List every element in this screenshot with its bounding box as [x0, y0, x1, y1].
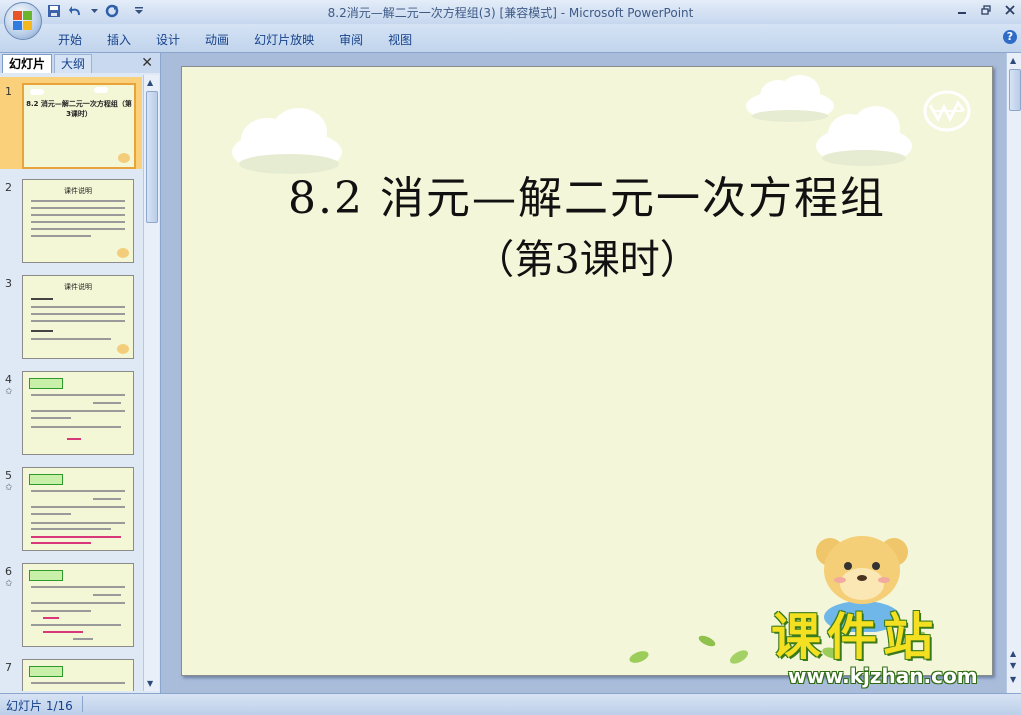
slide-number: 5 — [5, 469, 12, 482]
close-pane-icon[interactable]: ✕ — [141, 55, 153, 71]
thumbnails-scrollbar[interactable]: ▲ ▼ — [143, 75, 159, 691]
watermark-url: www.kjzhan.com — [788, 664, 978, 688]
slide-thumbnails: 1 8.2 消元—解二元一次方程组（第3课时） 2 课件说明 3 课件说明 4 … — [0, 75, 142, 691]
slide-number: 2 — [5, 181, 12, 194]
tab-review[interactable]: 审阅 — [339, 31, 363, 48]
tab-view[interactable]: 视图 — [388, 31, 412, 48]
help-icon[interactable]: ? — [1003, 30, 1017, 44]
tab-outline[interactable]: 大纲 — [54, 54, 93, 73]
ribbon-tabs: 开始 插入 设计 动画 幻灯片放映 审阅 视图 — [58, 31, 437, 48]
window-controls — [955, 3, 1017, 17]
thumbnail-row[interactable]: 5 ✩ — [0, 461, 142, 553]
previous-slide-icon[interactable]: ▲ — [1010, 649, 1016, 658]
slide-number: 4 — [5, 373, 12, 386]
scroll-thumb[interactable] — [1009, 69, 1021, 111]
restore-icon[interactable] — [979, 3, 993, 17]
slide-thumbnail[interactable] — [22, 467, 134, 551]
thumbnail-title: 课件说明 — [64, 283, 92, 291]
title-bar: 8.2消元—解二元一次方程组(3) [兼容模式] - Microsoft Pow… — [0, 0, 1021, 24]
tab-animations[interactable]: 动画 — [205, 31, 229, 48]
scroll-down-arrow-icon[interactable]: ▼ — [147, 679, 153, 688]
slide-number: 3 — [5, 277, 12, 290]
slide-thumbnail[interactable] — [22, 371, 134, 455]
office-logo-icon — [13, 11, 33, 31]
slide-thumbnail[interactable]: 8.2 消元—解二元一次方程组（第3课时） — [22, 83, 136, 169]
thumbnail-row[interactable]: 1 8.2 消元—解二元一次方程组（第3课时） — [0, 77, 142, 169]
tab-design[interactable]: 设计 — [156, 31, 180, 48]
slide-thumbnail[interactable] — [22, 563, 134, 647]
thumbnail-title: 8.2 消元—解二元一次方程组（第3课时） — [26, 100, 132, 118]
slide-canvas[interactable]: 8.2 消元—解二元一次方程组 （第3课时） — [181, 66, 993, 676]
thumbnail-title: 课件说明 — [64, 187, 92, 195]
watermark-logo: 课件站 — [771, 608, 939, 666]
ribbon: 开始 插入 设计 动画 幻灯片放映 审阅 视图 — [0, 24, 1021, 53]
scroll-down-arrow-icon[interactable]: ▼ — [1010, 675, 1016, 684]
next-slide-icon[interactable]: ▼ — [1010, 661, 1016, 670]
scroll-up-arrow-icon[interactable]: ▲ — [1010, 56, 1016, 65]
slides-pane: 幻灯片 大纲 ✕ 1 8.2 消元—解二元一次方程组（第3课时） 2 课件说明 — [0, 53, 161, 693]
slide-number: 7 — [5, 661, 12, 674]
minimize-icon[interactable] — [955, 3, 969, 17]
slide-indicator: 幻灯片 1/16 — [6, 699, 73, 713]
thumbnail-row[interactable]: 2 课件说明 — [0, 173, 142, 265]
thumbnail-row[interactable]: 3 课件说明 — [0, 269, 142, 361]
tab-home[interactable]: 开始 — [58, 31, 82, 48]
animation-star-icon: ✩ — [5, 483, 13, 493]
slide-thumbnail[interactable]: 课件说明 — [22, 179, 134, 263]
scroll-thumb[interactable] — [146, 91, 158, 223]
thumbnail-row[interactable]: 7 — [0, 653, 142, 691]
thumbnail-row[interactable]: 4 ✩ — [0, 365, 142, 457]
slide-title[interactable]: 8.2 消元—解二元一次方程组 — [182, 162, 992, 226]
slide-thumbnail[interactable] — [22, 659, 134, 691]
scroll-up-arrow-icon[interactable]: ▲ — [147, 78, 153, 87]
slide-thumbnail[interactable]: 课件说明 — [22, 275, 134, 359]
animation-star-icon: ✩ — [5, 387, 13, 397]
tab-slide-show[interactable]: 幻灯片放映 — [254, 31, 314, 48]
slide-subtitle[interactable]: （第3课时） — [182, 227, 992, 285]
school-logo-icon — [923, 90, 971, 132]
close-icon[interactable] — [1003, 3, 1017, 17]
status-separator — [82, 696, 83, 712]
window-title: 8.2消元—解二元一次方程组(3) [兼容模式] - Microsoft Pow… — [327, 6, 694, 20]
office-button[interactable] — [4, 2, 42, 40]
thumbnail-row[interactable]: 6 ✩ — [0, 557, 142, 649]
slide-scrollbar[interactable]: ▲ ▲ ▼ ▼ — [1006, 53, 1021, 693]
animation-star-icon: ✩ — [5, 579, 13, 589]
slide-number: 1 — [5, 85, 12, 98]
slide-number: 6 — [5, 565, 12, 578]
tab-slides[interactable]: 幻灯片 — [2, 54, 53, 73]
status-bar: 幻灯片 1/16 — [0, 693, 1021, 715]
pane-tabs: 幻灯片 大纲 ✕ — [0, 53, 160, 73]
tab-insert[interactable]: 插入 — [107, 31, 131, 48]
